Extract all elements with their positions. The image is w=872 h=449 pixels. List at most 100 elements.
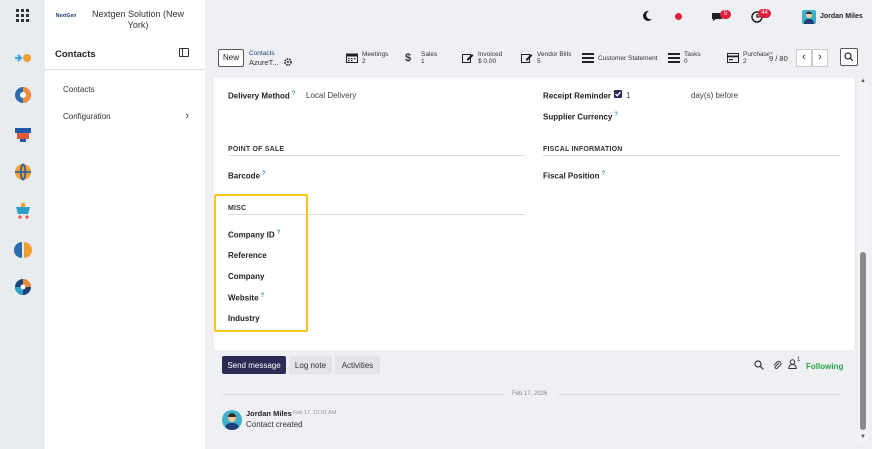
chatter-search-icon[interactable] <box>754 360 764 370</box>
pager-prev-button[interactable]: ‹ <box>796 49 812 67</box>
chat-badge: 5 <box>720 10 731 19</box>
app-grid-icon[interactable] <box>16 9 29 22</box>
smart-button-label: Sales <box>421 51 438 58</box>
barcode-label: Barcode? <box>228 171 266 181</box>
company-name-line1: Nextgen Solution (New <box>91 9 185 19</box>
message-author-avatar <box>222 410 242 430</box>
activities-button[interactable]: Activities <box>335 356 380 374</box>
receipt-reminder-days-field[interactable]: 1 <box>626 91 630 100</box>
app-rail <box>0 0 46 449</box>
smart-button-value: 2 <box>362 58 366 65</box>
smart-button-sales[interactable]: $ Sales 1 <box>405 49 437 67</box>
message-body: Contact created <box>246 420 303 429</box>
followers-count: 1 <box>797 357 801 363</box>
sidebar-item-label: Contacts <box>63 85 95 94</box>
supplier-currency-label: Supplier Currency? <box>543 112 619 122</box>
receipt-reminder-checkbox[interactable] <box>614 90 622 98</box>
search-icon <box>844 52 854 62</box>
sidebar-divider <box>45 69 205 70</box>
list-icon <box>582 53 594 63</box>
send-message-button[interactable]: Send message <box>222 356 286 374</box>
calendar-icon <box>346 53 358 63</box>
app-website-icon[interactable] <box>13 162 33 182</box>
log-note-label: Log note <box>294 360 327 370</box>
pencil-square-icon <box>521 53 533 63</box>
pager-next-button[interactable]: › <box>812 49 828 67</box>
sidebar: NextGen Nextgen Solution (New York) Cont… <box>45 0 206 449</box>
smart-button-value: 1 <box>421 58 425 65</box>
chevron-left-icon: ‹ <box>802 51 806 63</box>
fiscal-section-title: FISCAL INFORMATION <box>543 146 623 153</box>
smart-button-label: Tasks <box>684 51 701 58</box>
smart-button-label: Meetings <box>362 51 389 58</box>
activity-badge: 44 <box>758 9 771 18</box>
gear-icon[interactable] <box>284 58 292 66</box>
fiscal-position-label: Fiscal Position? <box>543 171 606 181</box>
scroll-up-arrow-icon[interactable]: ▲ <box>860 78 866 84</box>
scrollbar-thumb[interactable] <box>860 252 866 430</box>
smart-button-label: Customer Statement <box>598 54 658 62</box>
smart-button-customer-statement[interactable]: Customer Statement <box>582 49 658 67</box>
breadcrumb-record: AzureT... <box>249 58 279 67</box>
company-name[interactable]: Nextgen Solution (New York) <box>83 9 193 31</box>
smart-button-value: 5 <box>537 58 541 65</box>
message-author: Jordan Miles <box>246 409 292 418</box>
new-button[interactable]: New <box>218 49 244 67</box>
sidebar-toggle-icon[interactable] <box>179 48 189 57</box>
chevron-right-icon: › <box>185 110 189 122</box>
card-icon <box>727 53 739 63</box>
date-separator: Feb 17, 2026 <box>512 391 548 397</box>
scroll-down-arrow-icon[interactable]: ▼ <box>860 434 866 440</box>
status-dot-icon[interactable] <box>675 13 682 20</box>
pos-section-title: POINT OF SALE <box>228 146 285 153</box>
smart-button-label: Vendor Bills <box>537 51 572 58</box>
log-note-button[interactable]: Log note <box>289 356 332 374</box>
pos-section-divider <box>228 155 525 156</box>
smart-button-value: $ 0.00 <box>478 58 497 65</box>
delivery-method-label: Delivery Method? <box>228 91 296 101</box>
smart-button-label: Invoiced <box>478 51 503 58</box>
breadcrumb-parent[interactable]: Contacts <box>249 50 275 57</box>
company-logo: NextGen <box>55 13 77 19</box>
date-separator-line-left <box>222 394 504 395</box>
smart-button-meetings[interactable]: Meetings 2 <box>346 49 388 67</box>
date-separator-line-right <box>558 394 840 395</box>
company-name-line2: York) <box>127 20 149 30</box>
fiscal-section-divider <box>543 155 840 156</box>
dark-mode-moon-icon[interactable] <box>641 10 653 22</box>
message-timestamp: Feb 17, 10:01 AM <box>293 410 337 416</box>
smart-button-value: 0 <box>684 58 688 65</box>
chevron-right-icon: › <box>818 51 822 63</box>
topbar <box>205 0 872 37</box>
app-crm-icon[interactable] <box>13 85 33 105</box>
app-inventory-icon[interactable] <box>13 240 33 260</box>
sidebar-title: Contacts <box>55 49 96 60</box>
app-contacts-icon[interactable] <box>13 48 33 68</box>
paperclip-icon[interactable] <box>772 360 782 370</box>
dollar-icon: $ <box>405 52 412 64</box>
followers-icon[interactable] <box>788 359 797 369</box>
smart-button-invoiced[interactable]: Invoiced $ 0.00 <box>462 49 502 67</box>
smart-button-vendor-bills[interactable]: Vendor Bills 5 <box>521 49 571 67</box>
following-button[interactable]: Following <box>806 362 843 371</box>
user-name[interactable]: Jordan Miles <box>820 13 863 20</box>
receipt-reminder-label: Receipt Reminder? <box>543 91 617 101</box>
sidebar-item-contacts[interactable]: Contacts <box>63 85 95 94</box>
receipt-reminder-suffix: day(s) before <box>691 91 739 100</box>
app-pos-icon[interactable] <box>13 124 33 144</box>
search-panel-button[interactable] <box>840 48 858 66</box>
sidebar-item-label: Configuration <box>63 112 111 121</box>
user-avatar[interactable] <box>802 10 816 24</box>
send-message-label: Send message <box>227 360 281 370</box>
pager-value[interactable]: 9 / 80 <box>769 54 795 63</box>
activities-label: Activities <box>341 360 374 370</box>
sidebar-item-configuration[interactable]: Configuration › <box>63 110 189 122</box>
pencil-square-icon <box>462 53 474 63</box>
smart-button-tasks[interactable]: Tasks 0 <box>668 49 701 67</box>
new-button-label: New <box>222 53 239 62</box>
app-purchase-icon[interactable] <box>13 201 33 221</box>
app-accounting-icon[interactable] <box>13 277 33 297</box>
delivery-method-field[interactable]: Local Delivery <box>306 91 356 100</box>
highlight-box <box>214 194 308 332</box>
smart-button-purchases[interactable]: Purchases 2 <box>727 49 774 67</box>
